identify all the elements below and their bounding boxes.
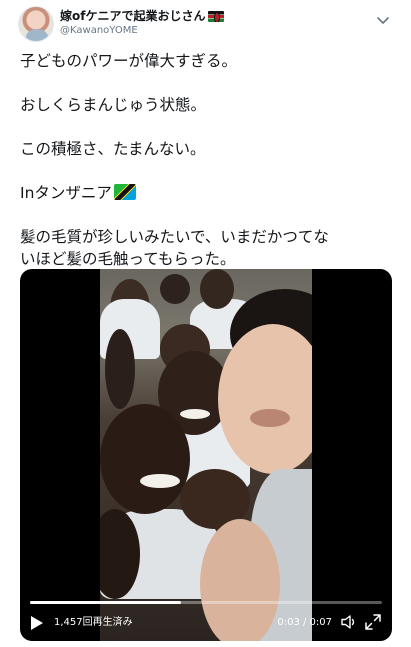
progress-bar[interactable] xyxy=(30,601,382,604)
kenya-flag-icon xyxy=(208,10,225,22)
volume-icon[interactable] xyxy=(340,613,358,631)
chevron-down-icon[interactable] xyxy=(375,12,391,28)
tweet-line-6: いほど髪の毛触ってもらった。 xyxy=(20,250,236,268)
user-info[interactable]: 嫁ofケニアで起業おじさん @KawanoYOME xyxy=(60,8,225,38)
tweet-line-1: 子どものパワーが偉大すぎる。 xyxy=(20,52,238,70)
user-handle: @KawanoYOME xyxy=(60,25,138,36)
tanzania-flag-icon xyxy=(113,184,136,200)
fullscreen-icon[interactable] xyxy=(364,613,382,631)
tweet-line-5: 髪の毛質が珍しいみたいで、いまだかつてな xyxy=(20,228,329,246)
tweet-line-2: おしくらまんじゅう状態。 xyxy=(20,96,207,114)
tweet-text: 子どものパワーが偉大すぎる。 おしくらまんじゅう状態。 この積極さ、たまんない。… xyxy=(20,50,392,270)
play-icon[interactable] xyxy=(30,615,44,631)
progress-fill xyxy=(30,601,182,604)
avatar[interactable] xyxy=(18,6,54,42)
tweet-header: 嫁ofケニアで起業おじさん @KawanoYOME xyxy=(0,0,411,48)
video-controls: 1,457回再生済み 0:03 / 0:07 xyxy=(20,601,392,641)
time-display: 0:03 / 0:07 xyxy=(277,617,332,628)
display-name-text: 嫁ofケニアで起業おじさん xyxy=(60,9,206,23)
video-frame xyxy=(100,269,312,641)
display-name[interactable]: 嫁ofケニアで起業おじさん xyxy=(60,8,225,24)
tweet-line-4: Inタンザニア xyxy=(20,182,392,204)
video-player[interactable]: 1,457回再生済み 0:03 / 0:07 xyxy=(20,269,392,641)
tweet-line-3: この積極さ、たまんない。 xyxy=(20,140,206,158)
location-text[interactable]: Inタンザニア xyxy=(20,184,112,202)
view-count: 1,457回再生済み xyxy=(54,617,133,628)
